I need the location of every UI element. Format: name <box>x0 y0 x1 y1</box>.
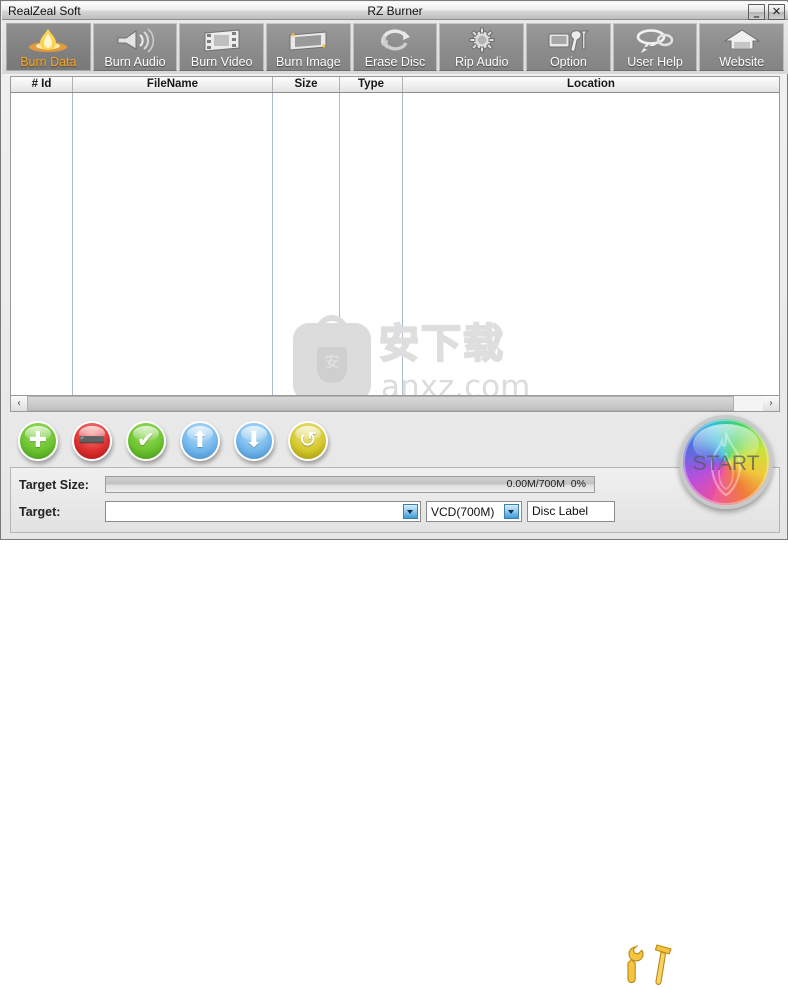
speaker-icon <box>112 27 158 53</box>
watermark-bag-icon <box>293 323 371 395</box>
toolbar-button-erase-disc[interactable]: Erase Disc <box>352 23 438 71</box>
toolbar-button-burn-image[interactable]: Burn Image <box>266 23 351 71</box>
chevron-down-icon[interactable] <box>403 504 418 519</box>
refresh-button[interactable]: ↺ <box>288 421 328 461</box>
watermark-shield-char: 安 <box>324 353 340 371</box>
file-list: # Id FileName Size Type Location 安 安下载 anxz.… <box>10 76 780 412</box>
remove-files-button[interactable]: ➖ <box>72 421 112 461</box>
add-files-button[interactable]: ✚ <box>18 421 58 461</box>
flame-icon <box>25 27 71 53</box>
scroll-right-arrow-icon[interactable]: › <box>763 396 779 411</box>
site-watermark: 安 安下载 anxz.com <box>293 315 530 395</box>
speech-bubble-icon <box>632 27 678 54</box>
toolbar-button-label: Burn Video <box>190 55 253 69</box>
scroll-left-arrow-icon[interactable]: ‹ <box>11 396 27 411</box>
move-down-button-icon: ⬇ <box>244 428 264 453</box>
target-label: Target: <box>19 504 61 519</box>
window-title: RZ Burner <box>367 4 423 18</box>
column-divider <box>339 93 340 395</box>
application-window: RealZeal Soft RZ Burner _ ✕ Burn Data Bu… <box>0 0 788 985</box>
start-button-label: START <box>692 451 760 475</box>
disc-type-dropdown[interactable]: VCD(700M) <box>426 501 522 522</box>
move-up-button[interactable]: ⬆ <box>180 421 220 461</box>
wrench-hammer-icon[interactable] <box>624 941 680 989</box>
refresh-button-icon: ↺ <box>298 428 318 453</box>
move-down-button[interactable]: ⬇ <box>234 421 274 461</box>
toolbar-button-label: Erase Disc <box>364 55 426 69</box>
scrollbar-thumb[interactable] <box>27 396 734 411</box>
action-button-bar: ✚ ➖ ✔ ⬆ ⬇ ↺ <box>10 417 670 465</box>
column-header--id[interactable]: # Id <box>11 77 73 92</box>
file-list-header: # Id FileName Size Type Location <box>10 76 780 93</box>
toolbar-button-label: Burn Data <box>20 55 77 69</box>
toolbar-button-label: Burn Image <box>276 55 341 69</box>
film-strip-icon <box>199 27 245 53</box>
target-row: Target: VCD(700M) Disc Label <box>19 501 615 522</box>
column-divider <box>402 93 403 395</box>
target-size-progress-bar: 0.00M/700M 0% <box>105 476 595 493</box>
toolbar-button-label: Burn Audio <box>104 55 166 69</box>
minimize-button[interactable]: _ <box>748 4 765 20</box>
start-button-container: START <box>679 415 775 517</box>
toolbar-button-label: Website <box>719 55 765 69</box>
toolbar-button-rip-audio[interactable]: Rip Audio <box>439 23 525 71</box>
disc-label-input[interactable]: Disc Label <box>527 501 615 522</box>
main-toolbar: Burn Data Burn Audio Burn Video Burn Ima… <box>2 20 788 74</box>
window-controls: _ ✕ <box>748 4 785 20</box>
minimize-icon: _ <box>753 5 760 18</box>
home-icon <box>719 27 765 53</box>
toolbar-button-burn-data[interactable]: Burn Data <box>6 23 91 71</box>
toolbar-button-label: Rip Audio <box>454 55 509 69</box>
start-button-gloss <box>693 424 759 464</box>
flame-icon <box>710 432 742 497</box>
close-button[interactable]: ✕ <box>768 4 785 20</box>
move-up-button-icon: ⬆ <box>190 428 210 453</box>
toolbar-button-label: Option <box>549 55 587 69</box>
start-button[interactable]: START <box>679 415 773 509</box>
confirm-button-icon: ✔ <box>136 428 156 453</box>
column-header-filename[interactable]: FileName <box>73 77 273 92</box>
chevron-down-icon[interactable] <box>504 504 519 519</box>
file-list-body[interactable]: 安 安下载 anxz.com <box>10 93 780 395</box>
close-icon: ✕ <box>771 5 782 18</box>
bottom-panel: Target Size: 0.00M/700M 0% Target: VCD(7… <box>10 467 780 985</box>
toolbar-button-user-help[interactable]: User Help <box>612 23 698 71</box>
column-divider <box>72 93 73 395</box>
column-header-location[interactable]: Location <box>403 77 779 92</box>
toolbar-button-option[interactable]: Option <box>526 23 611 71</box>
column-header-size[interactable]: Size <box>273 77 340 92</box>
add-files-button-icon: ✚ <box>28 428 48 453</box>
confirm-button[interactable]: ✔ <box>126 421 166 461</box>
watermark-url-text: anxz.com <box>381 369 531 395</box>
disc-type-value: VCD(700M) <box>431 504 495 519</box>
watermark-bag-handle <box>316 315 348 337</box>
target-size-row: Target Size: 0.00M/700M 0% <box>19 476 595 493</box>
column-divider <box>272 93 273 395</box>
toolbar-button-burn-video[interactable]: Burn Video <box>179 23 265 71</box>
scrollbar-track[interactable] <box>27 396 763 411</box>
toolbar-button-label: User Help <box>627 55 683 69</box>
gear-disc-icon <box>459 27 505 53</box>
erase-arrows-icon <box>372 27 418 53</box>
wrench-screen-icon <box>545 27 591 53</box>
title-bar: RealZeal Soft RZ Burner _ ✕ <box>2 2 788 20</box>
watermark-chinese-text: 安下载 <box>378 320 505 368</box>
target-size-label: Target Size: <box>19 477 89 492</box>
toolbar-button-burn-audio[interactable]: Burn Audio <box>92 23 178 71</box>
target-device-dropdown[interactable] <box>105 501 421 522</box>
progress-text: 0.00M/700M 0% <box>506 478 586 490</box>
remove-files-button-icon: ➖ <box>78 428 106 453</box>
watermark-shield-icon: 安 <box>317 347 347 383</box>
toolbar-button-website[interactable]: Website <box>699 23 785 71</box>
disc-image-icon <box>285 27 331 53</box>
horizontal-scrollbar[interactable]: ‹ › <box>10 395 780 412</box>
column-header-type[interactable]: Type <box>340 77 403 92</box>
